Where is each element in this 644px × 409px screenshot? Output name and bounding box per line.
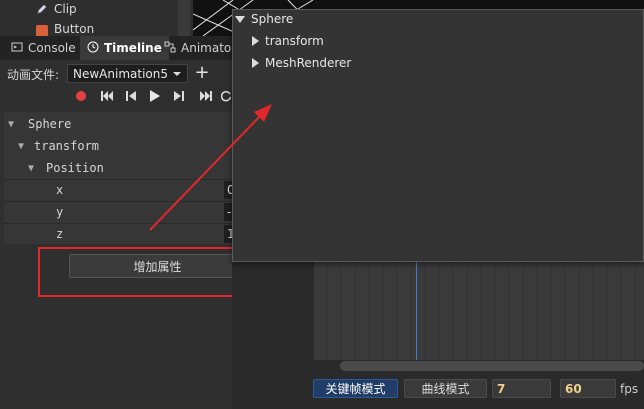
animator-icon <box>164 41 176 56</box>
anim-file-value: NewAnimation5 <box>73 66 168 81</box>
keyframe-grid[interactable] <box>314 262 644 360</box>
property-row-transform[interactable]: ▼ transform <box>4 135 232 157</box>
pen-icon <box>36 3 48 15</box>
skip-last-icon <box>199 90 213 105</box>
first-frame-button[interactable] <box>98 89 116 105</box>
curve-mode-button[interactable]: 曲线模式 <box>404 379 487 398</box>
popup-item-meshrenderer[interactable]: MeshRenderer <box>252 54 351 72</box>
caret-down-icon: ▼ <box>8 118 15 130</box>
tab-console[interactable]: Console <box>4 36 83 60</box>
loop-button[interactable] <box>221 89 231 105</box>
triangle-right-icon <box>252 36 259 46</box>
step-back-icon <box>125 90 137 105</box>
property-row-x[interactable]: x <box>4 179 232 201</box>
property-row-z[interactable]: z <box>4 223 232 245</box>
skip-first-icon <box>100 90 114 105</box>
hierarchy-item-label: Clip <box>54 2 77 16</box>
anim-file-label: 动画文件: <box>7 68 60 82</box>
step-forward-icon <box>173 90 185 105</box>
hierarchy-item-button[interactable]: Button <box>36 22 94 36</box>
hierarchy-item-label: Button <box>54 22 95 36</box>
tab-timeline[interactable]: Timeline <box>80 36 169 60</box>
prev-frame-button[interactable] <box>122 89 140 105</box>
play-icon <box>149 89 161 106</box>
clock-icon <box>87 41 99 56</box>
property-row-position[interactable]: ▼ Position <box>4 157 232 179</box>
grid-lines <box>326 262 636 360</box>
record-button[interactable] <box>72 89 90 105</box>
current-frame-input[interactable]: 7 <box>492 379 551 398</box>
add-animation-button[interactable]: + <box>194 63 210 83</box>
timeline-horizontal-scrollbar[interactable] <box>340 361 644 371</box>
component-picker-popup: Sphere transform MeshRenderer <box>232 9 644 262</box>
popup-item-transform[interactable]: transform <box>252 32 324 50</box>
play-button[interactable] <box>146 89 164 105</box>
keyframe-mode-button[interactable]: 关键帧模式 <box>313 379 398 398</box>
fps-label: fps <box>620 382 639 396</box>
playhead-line[interactable] <box>416 262 417 360</box>
property-row-sphere[interactable]: ▼ Sphere <box>4 113 232 135</box>
annotation-highlight-box <box>38 247 254 297</box>
popup-item-sphere[interactable]: Sphere <box>235 10 293 28</box>
chevron-down-icon <box>172 67 182 81</box>
tab-animator[interactable]: Animator <box>157 36 243 60</box>
anim-file-select[interactable]: NewAnimation5 <box>67 64 188 83</box>
caret-down-icon: ▼ <box>28 162 35 174</box>
triangle-down-icon <box>235 15 245 23</box>
next-frame-button[interactable] <box>170 89 188 105</box>
property-row-y[interactable]: y <box>4 201 232 223</box>
caret-down-icon: ▼ <box>18 140 25 152</box>
button-icon <box>36 25 48 36</box>
hierarchy-scrollbar[interactable] <box>178 0 190 36</box>
hierarchy-item-clip[interactable]: Clip <box>36 0 77 18</box>
console-icon <box>11 41 23 56</box>
loop-icon <box>221 90 231 105</box>
last-frame-button[interactable] <box>197 89 215 105</box>
record-icon <box>75 90 87 105</box>
fps-input[interactable]: 60 <box>560 379 616 398</box>
triangle-right-icon <box>252 58 259 68</box>
